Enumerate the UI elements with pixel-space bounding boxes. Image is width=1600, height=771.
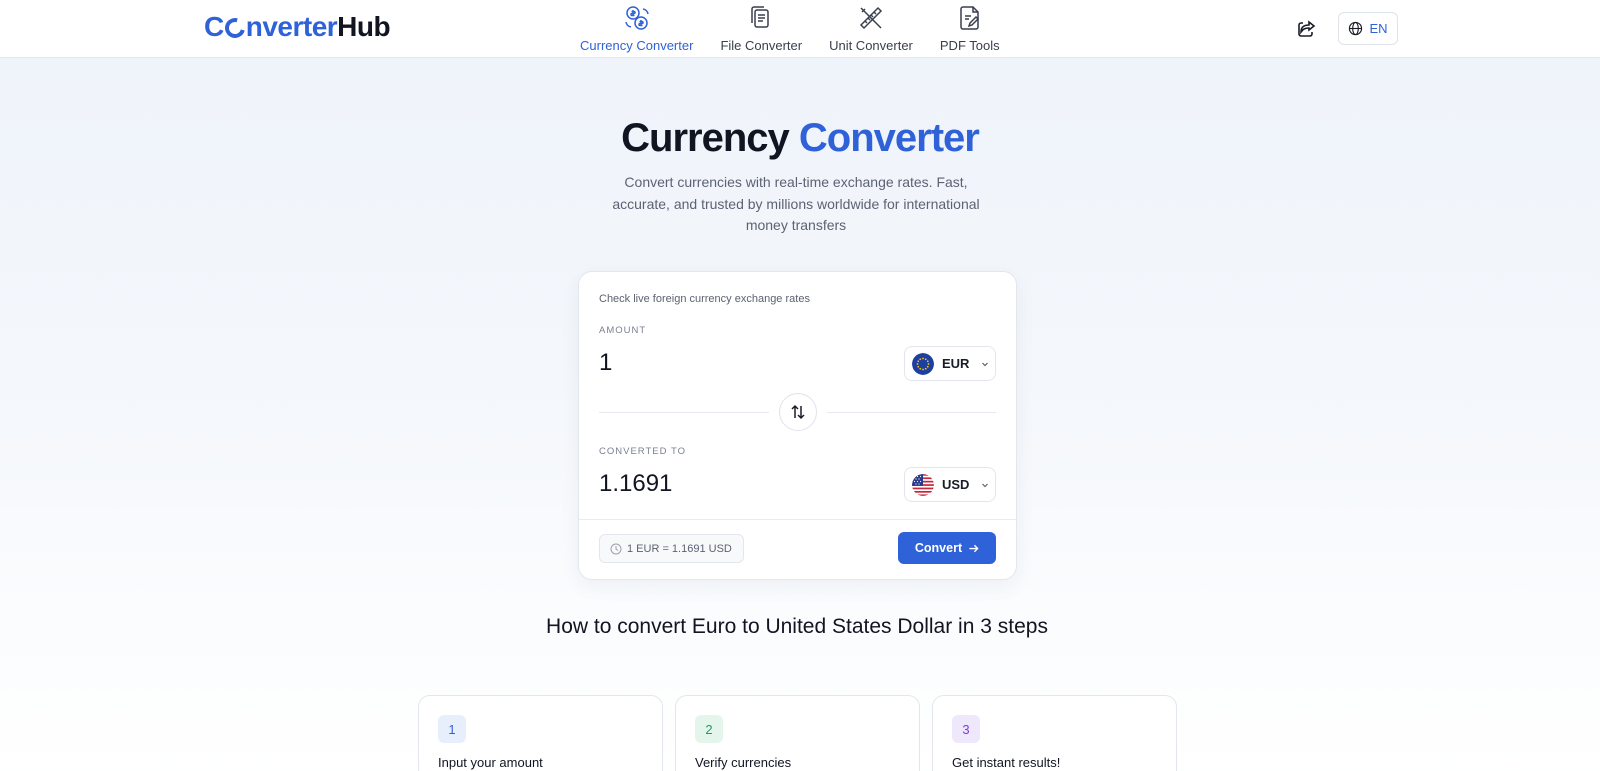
language-code: EN [1369, 21, 1388, 36]
logo-text-hub: Hub [337, 11, 391, 42]
step-number: 1 [438, 715, 466, 743]
logo-text-c: C [204, 11, 224, 42]
us-flag-icon [912, 473, 934, 496]
step-title: Verify currencies [695, 755, 792, 770]
arrow-right-icon [969, 544, 979, 552]
share-icon [1298, 20, 1316, 37]
converter-card: Check live foreign currency exchange rat… [578, 271, 1017, 580]
exchange-rate-text: 1 EUR = 1.1691 USD [627, 542, 732, 555]
nav-item-currency-converter[interactable]: Currency Converter [580, 0, 693, 58]
step-title: Input your amount [438, 755, 543, 770]
swap-arrows-icon [791, 404, 805, 420]
convert-button-label: Convert [914, 541, 963, 555]
converter-intro: Check live foreign currency exchange rat… [599, 293, 810, 305]
step-title: Get instant results! [952, 755, 1061, 770]
step-number: 2 [695, 715, 723, 743]
converted-value-field[interactable] [599, 467, 859, 501]
to-currency-select[interactable]: USD [904, 467, 996, 502]
to-currency-code: USD [942, 477, 970, 492]
logo-text-nverter: nverter [245, 11, 338, 42]
eu-flag-icon [912, 352, 934, 375]
amount-label: AMOUNT [599, 325, 647, 336]
exchange-rate-badge: 1 EUR = 1.1691 USD [599, 534, 744, 563]
page-title-blue: Converter [798, 116, 980, 160]
top-header: Cnverter Hub Currency Converter File Conv… [0, 0, 1600, 58]
step-number: 3 [952, 715, 980, 743]
ruler-pencil-icon [859, 6, 883, 30]
step-card-1: 1 Input your amount [418, 695, 663, 771]
nav-item-file-converter[interactable]: File Converter [720, 0, 802, 58]
page-title-dark: Currency [621, 116, 790, 160]
nav-label: Currency Converter [580, 38, 694, 53]
step-card-2: 2 Verify currencies [675, 695, 920, 771]
nav-label: PDF Tools [939, 38, 1000, 53]
pdf-edit-icon [960, 6, 979, 30]
page-title: Currency Converter [0, 116, 1600, 161]
chevron-down-icon [982, 483, 989, 487]
nav-label: File Converter [720, 38, 803, 53]
converterhub-logo[interactable]: Cnverter Hub [204, 11, 391, 43]
convert-button[interactable]: Convert [898, 532, 996, 564]
from-currency-code: EUR [942, 356, 970, 371]
chevron-down-icon [982, 362, 989, 366]
divider-right [827, 412, 996, 413]
nav-label: Unit Converter [829, 38, 913, 53]
globe-icon [1349, 21, 1363, 36]
file-copy-icon [751, 6, 769, 28]
nav-item-pdf-tools[interactable]: PDF Tools [940, 0, 1000, 58]
language-selector[interactable]: EN [1338, 12, 1398, 45]
logo-swirl-icon [221, 14, 249, 42]
share-button[interactable] [1296, 17, 1318, 39]
amount-input[interactable] [599, 346, 859, 380]
step-card-3: 3 Get instant results! [932, 695, 1177, 771]
howto-title: How to convert Euro to United States Dol… [546, 615, 1048, 638]
currency-exchange-icon [624, 6, 649, 30]
page-subtitle: Convert currencies with real-time exchan… [612, 174, 980, 233]
from-currency-select[interactable]: EUR [904, 346, 996, 381]
card-footer-divider [579, 519, 1016, 520]
divider-left [599, 412, 769, 413]
nav-item-unit-converter[interactable]: Unit Converter [829, 0, 913, 58]
converted-to-label: CONVERTED TO [599, 446, 686, 457]
main-nav: Currency Converter File Converter Unit C… [580, 0, 1027, 58]
swap-currencies-button[interactable] [779, 393, 817, 431]
clock-icon [610, 543, 622, 554]
